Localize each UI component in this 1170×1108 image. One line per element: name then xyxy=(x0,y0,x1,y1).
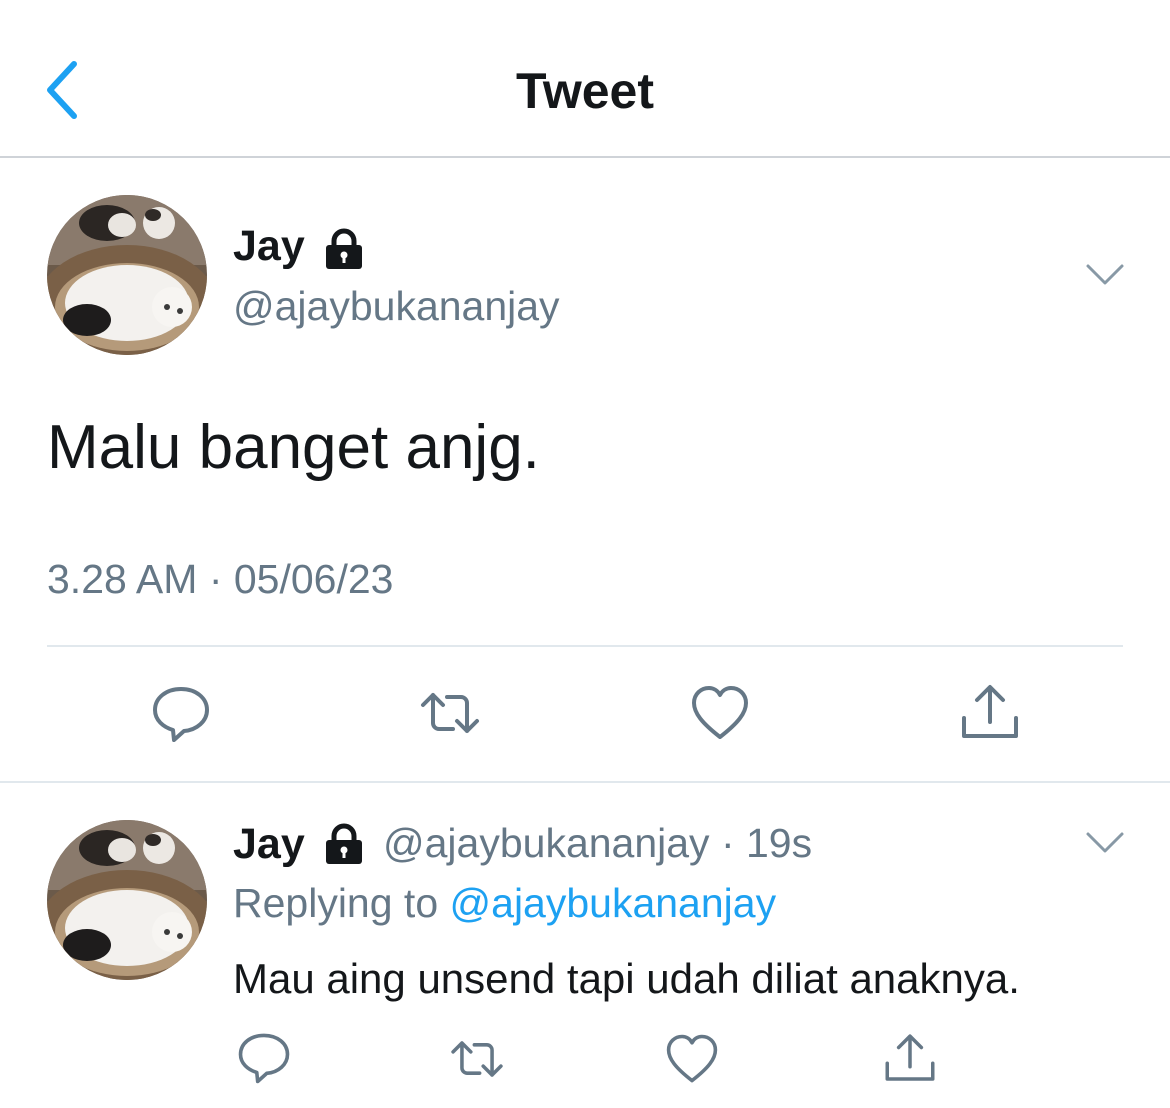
like-button[interactable] xyxy=(665,1032,719,1091)
heart-icon xyxy=(692,686,748,739)
retweet-icon xyxy=(451,1041,503,1077)
reply-author-name[interactable]: Jay xyxy=(233,820,305,869)
avatar-cat-photo xyxy=(47,195,207,355)
retweet-button[interactable] xyxy=(415,683,485,748)
chevron-down-icon[interactable] xyxy=(1084,260,1126,290)
page-title: Tweet xyxy=(516,63,654,119)
replying-to-mention[interactable]: @ajaybukananjay xyxy=(450,880,777,926)
author-handle[interactable]: @ajaybukananjay xyxy=(233,283,560,330)
avatar[interactable] xyxy=(47,195,207,355)
comment-icon xyxy=(153,687,209,742)
lock-icon xyxy=(326,823,362,864)
retweet-icon xyxy=(421,693,479,733)
reply-time-ago[interactable]: 19s xyxy=(746,820,812,866)
reply-tweet-text: Mau aing unsend tapi udah diliat anaknya… xyxy=(233,955,1020,1002)
avatar[interactable] xyxy=(47,820,207,980)
divider xyxy=(47,645,1123,647)
meta-separator: · xyxy=(709,820,746,866)
reply-author-handle[interactable]: @ajaybukananjay xyxy=(383,820,710,866)
tweet-text: Malu banget anjg. xyxy=(47,413,540,482)
share-icon xyxy=(885,1034,935,1081)
top-nav-bar: Tweet xyxy=(0,0,1170,158)
comment-icon xyxy=(238,1033,290,1084)
reply-button[interactable] xyxy=(150,683,212,750)
reply-meta: @ajaybukananjay · 19s xyxy=(383,820,812,867)
share-button[interactable] xyxy=(958,680,1022,749)
share-icon xyxy=(962,685,1018,738)
heart-icon xyxy=(666,1034,718,1083)
tweet-timestamp[interactable]: 3.28 AM · 05/06/23 xyxy=(47,556,393,603)
divider xyxy=(0,781,1170,783)
retweet-button[interactable] xyxy=(446,1032,508,1091)
like-button[interactable] xyxy=(690,683,750,748)
replying-to-line: Replying to @ajaybukananjay xyxy=(233,880,776,927)
lock-icon xyxy=(326,228,362,269)
author-name[interactable]: Jay xyxy=(233,222,305,271)
replying-prefix: Replying to xyxy=(233,880,450,926)
chevron-down-icon[interactable] xyxy=(1084,828,1126,858)
reply-button[interactable] xyxy=(236,1030,292,1091)
avatar-cat-photo xyxy=(47,820,207,980)
share-button[interactable] xyxy=(882,1030,938,1091)
